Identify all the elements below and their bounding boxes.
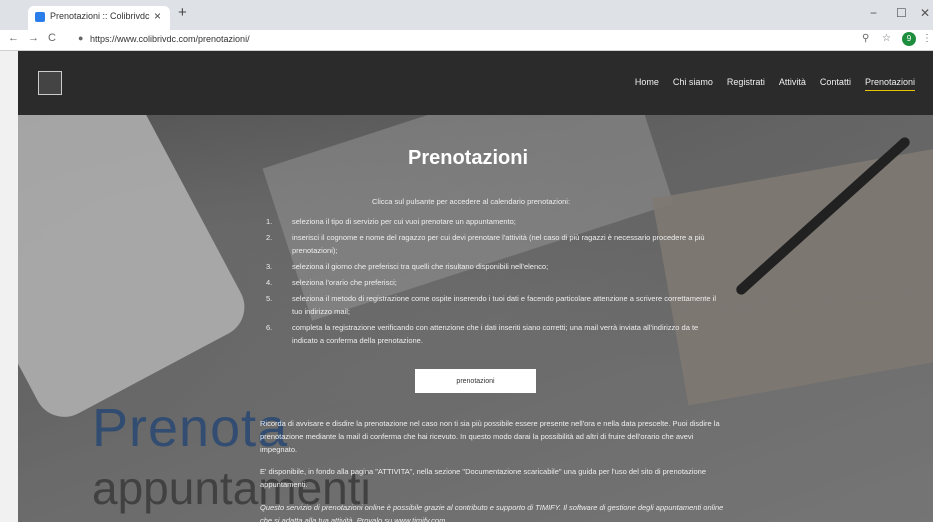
- tab-close-icon[interactable]: ×: [154, 9, 161, 23]
- background-word-prenota: Prenota: [92, 398, 289, 458]
- list-item: 6. completa la registrazione verificando …: [266, 323, 699, 345]
- list-item: 2. inserisci il cognome e nome del ragazz…: [266, 233, 705, 255]
- zoom-icon[interactable]: ⚲: [862, 33, 869, 44]
- timify-paragraph: Questo servizio di prenotazioni online è…: [260, 503, 724, 522]
- steps-list: 1. seleziona il tipo di servizio per cui …: [266, 215, 726, 350]
- nav-item-attivita[interactable]: Attività: [779, 77, 806, 91]
- reminder-paragraph: Ricorda di avvisare e disdire la prenota…: [260, 419, 720, 454]
- guide-paragraph: E' disponibile, in fondo alla pagina "AT…: [260, 467, 706, 489]
- menu-icon[interactable]: ⋮: [922, 33, 932, 44]
- back-icon[interactable]: ←: [8, 32, 19, 44]
- nav-item-prenotazioni[interactable]: Prenotazioni: [864, 77, 915, 91]
- site-logo[interactable]: [38, 71, 62, 95]
- reload-icon[interactable]: C: [48, 32, 56, 44]
- new-tab-button[interactable]: +: [178, 4, 187, 21]
- page-title: Prenotazioni: [408, 147, 529, 169]
- list-item: 4. seleziona l'orario che preferisci;: [266, 278, 397, 287]
- site-header: Home Chi siamo Registrati Attività Conta…: [18, 51, 933, 115]
- list-item: 5. seleziona il metodo di registrazione c…: [266, 294, 716, 316]
- tab-title: Prenotazioni :: Colibrivdc: [50, 11, 150, 21]
- address-bar: ← → C ● https://www.colibrivdc.com/preno…: [0, 30, 933, 51]
- nav-item-chi-siamo[interactable]: Chi siamo: [673, 77, 713, 91]
- web-page: Prenota appuntamenti Home Chi siamo Regi…: [18, 51, 933, 522]
- forward-icon[interactable]: →: [28, 32, 39, 44]
- nav-item-registrati[interactable]: Registrati: [727, 77, 765, 91]
- intro-text: Clicca sul pulsante per accedere al cale…: [372, 197, 571, 206]
- bookmark-star-icon[interactable]: ☆: [882, 33, 891, 44]
- profile-avatar[interactable]: 9: [902, 32, 916, 46]
- list-item: 1. seleziona il tipo di servizio per cui …: [266, 217, 516, 226]
- left-margin: [0, 51, 18, 522]
- minimize-icon[interactable]: −: [870, 6, 877, 20]
- nav-item-contatti[interactable]: Contatti: [820, 77, 851, 91]
- browser-tab[interactable]: Prenotazioni :: Colibrivdc ×: [28, 6, 170, 30]
- close-window-icon[interactable]: ✕: [920, 6, 930, 20]
- maximize-icon[interactable]: ☐: [896, 6, 907, 20]
- url-field[interactable]: https://www.colibrivdc.com/prenotazioni/: [90, 34, 250, 44]
- favicon-icon: [35, 12, 45, 22]
- list-item: 3. seleziona il giorno che preferisci tra…: [266, 262, 549, 271]
- nav-item-home[interactable]: Home: [635, 77, 659, 91]
- tab-strip: Prenotazioni :: Colibrivdc × + − ☐ ✕: [0, 0, 933, 30]
- lock-icon: ●: [78, 33, 84, 43]
- prenotazioni-button[interactable]: prenotazioni: [415, 369, 536, 393]
- main-nav: Home Chi siamo Registrati Attività Conta…: [635, 77, 915, 91]
